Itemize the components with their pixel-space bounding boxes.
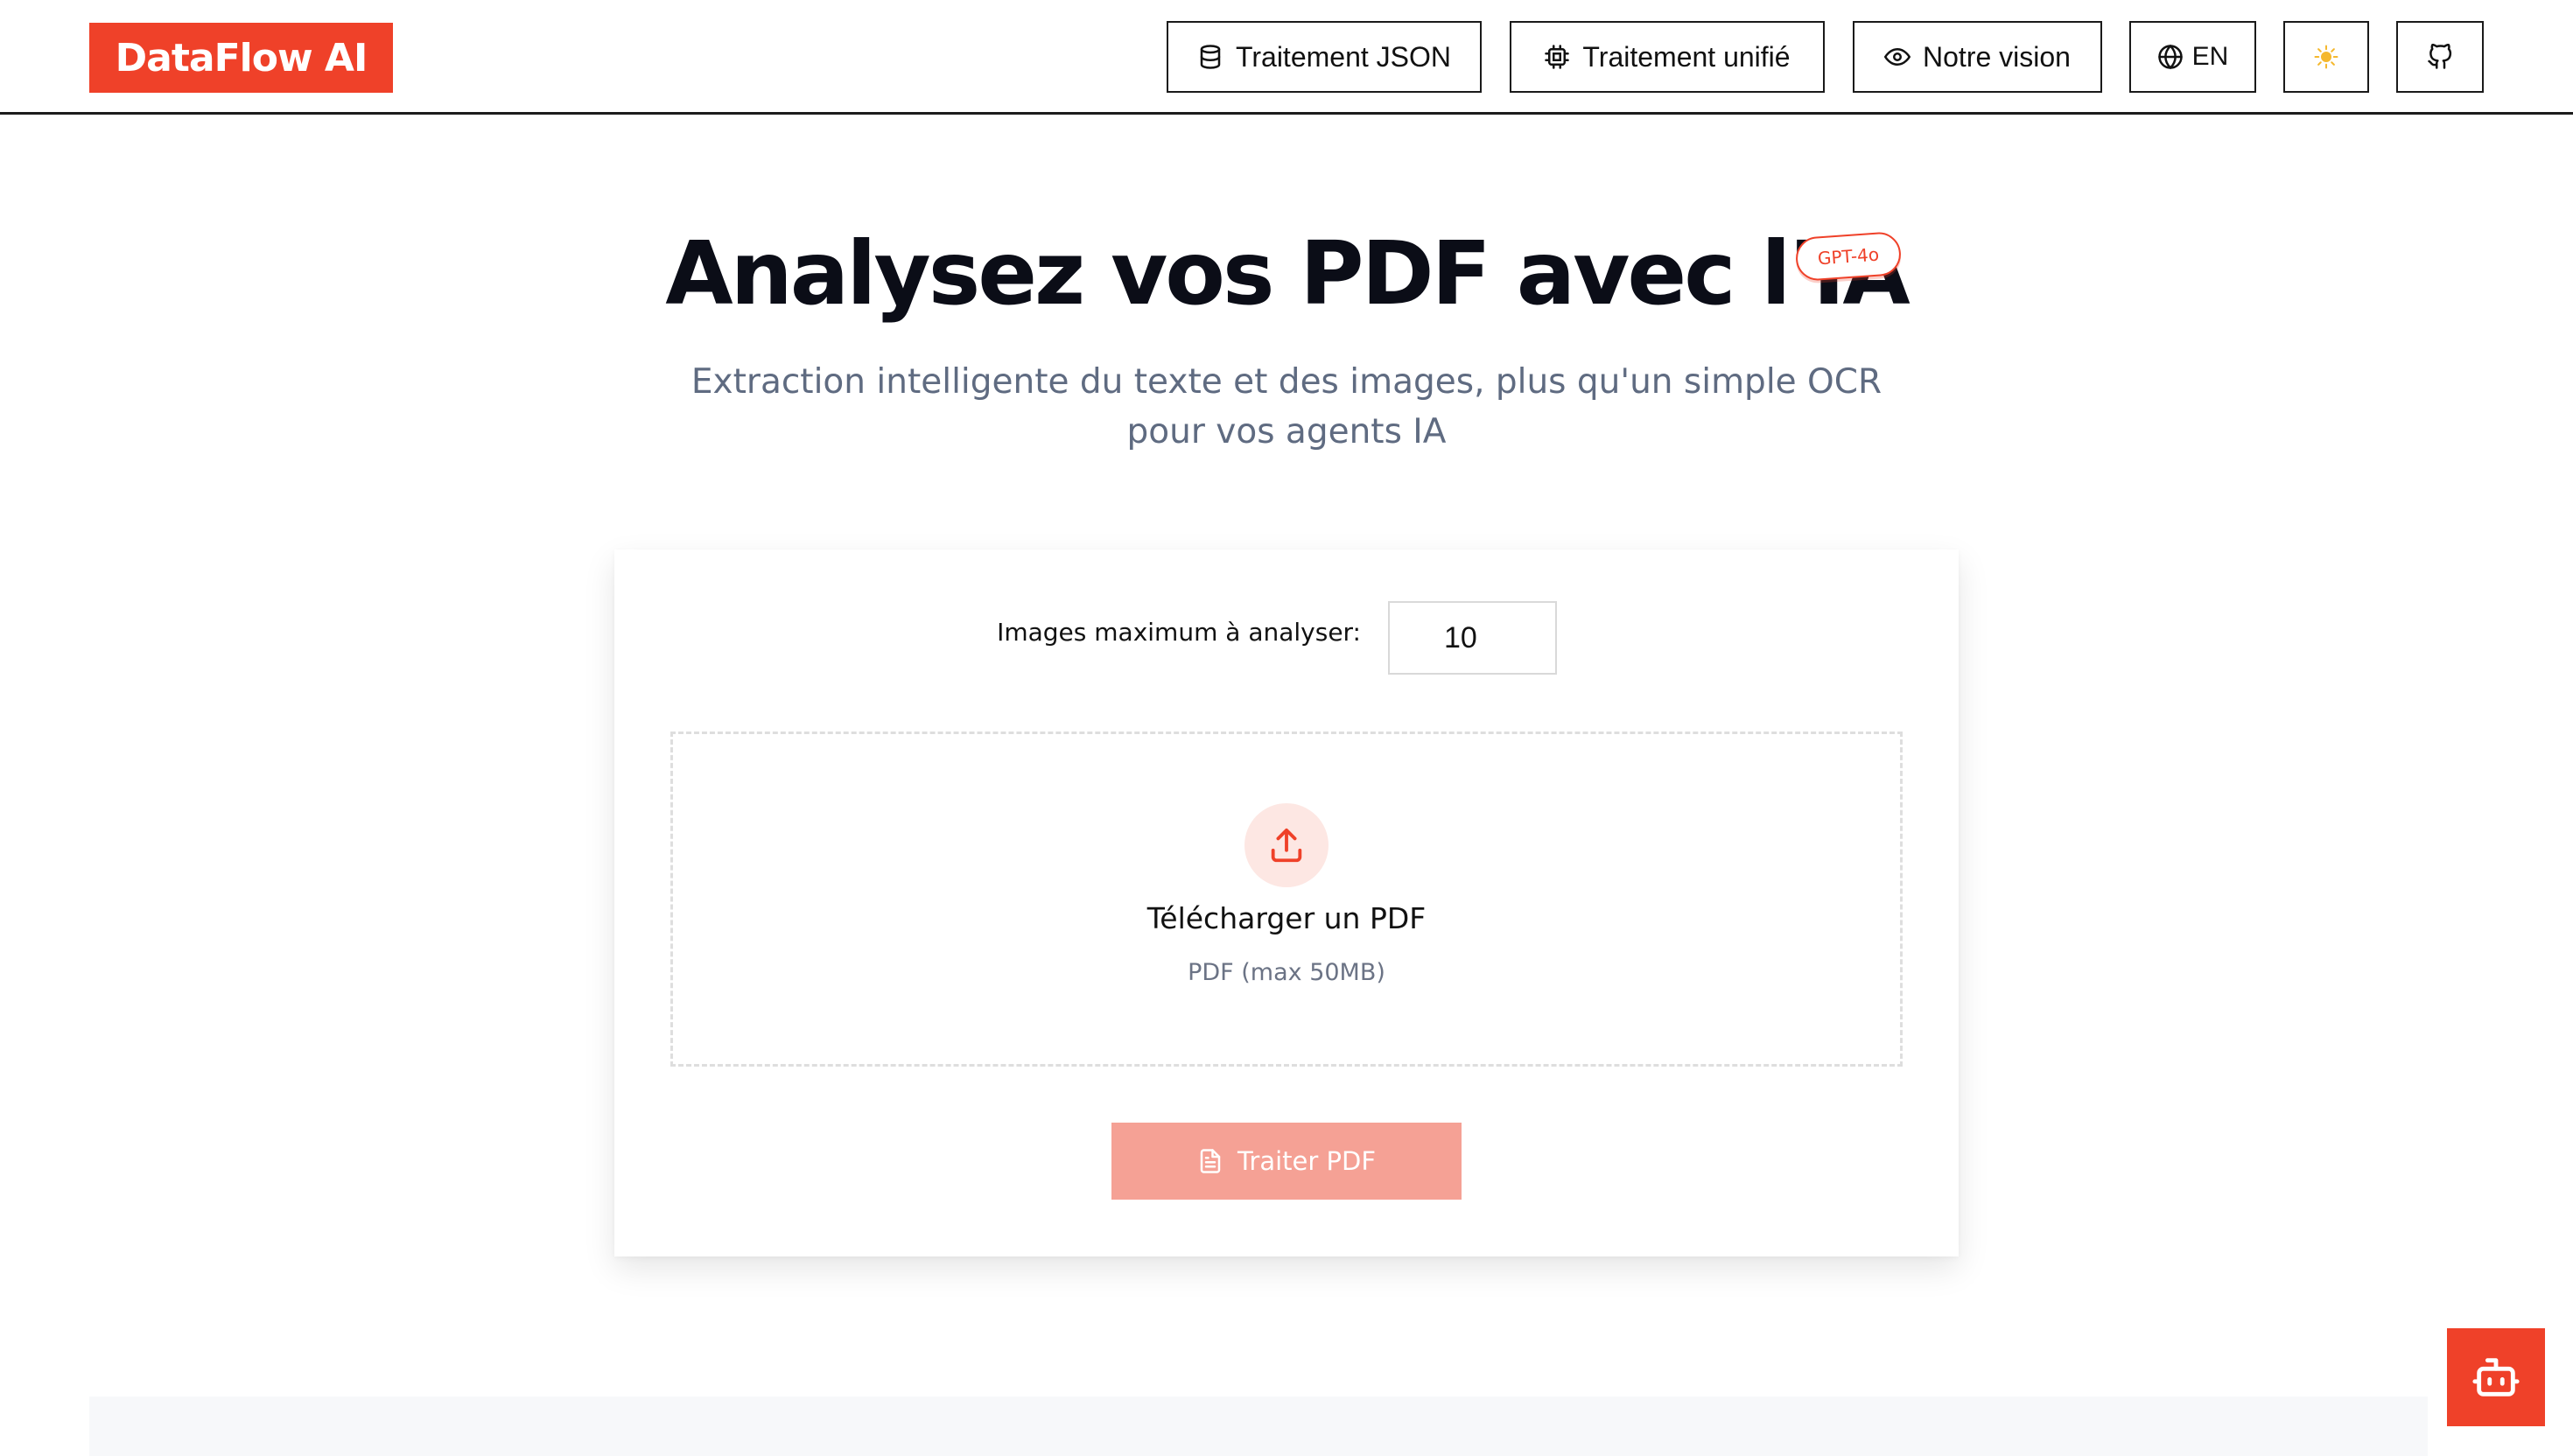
page-title: Analysez vos PDF avec l'IA — [0, 217, 2573, 331]
bot-icon — [2472, 1358, 2520, 1396]
database-icon — [1200, 45, 1221, 69]
upload-icon — [1271, 828, 1302, 863]
pdf-dropzone[interactable] — [670, 732, 1903, 1067]
page-subtitle: Extraction intelligente du texte et des … — [630, 357, 1943, 457]
max-images-label: Images maximum à analyser: — [997, 618, 1361, 647]
next-section-background — [89, 1396, 2428, 1456]
dropzone-title: Télécharger un PDF — [1146, 901, 1427, 935]
process-pdf-label: Traiter PDF — [1237, 1146, 1377, 1176]
chatbot-button[interactable] — [2447, 1328, 2545, 1426]
sun-icon — [2314, 45, 2338, 69]
subtitle-line-1: Extraction intelligente du texte et des … — [691, 362, 1882, 402]
nav-unified-processing-button[interactable]: Traitement unifié — [1510, 21, 1825, 93]
subtitle-line-2: pour vos agents IA — [1126, 412, 1447, 452]
dropzone-subtitle: PDF (max 50MB) — [1188, 959, 1385, 986]
logo[interactable]: DataFlow AI — [89, 23, 393, 93]
top-header: DataFlow AI Traitement JSON Traitement u… — [0, 0, 2573, 115]
eye-icon — [1884, 47, 1911, 66]
nav-unified-processing-label: Traitement unifié — [1582, 40, 1791, 73]
language-label: EN — [2191, 42, 2229, 71]
page-title-text: Analysez vos PDF avec l'IA — [665, 222, 1910, 325]
nav-json-processing-label: Traitement JSON — [1236, 40, 1451, 73]
globe-icon — [2157, 44, 2183, 70]
nav-vision-label: Notre vision — [1923, 40, 2071, 73]
process-pdf-button[interactable]: Traiter PDF — [1111, 1123, 1462, 1200]
upload-icon-circle — [1244, 803, 1329, 887]
github-icon — [2428, 44, 2452, 69]
nav-vision-button[interactable]: Notre vision — [1853, 21, 2102, 93]
file-text-icon — [1200, 1149, 1221, 1173]
nav-json-processing-button[interactable]: Traitement JSON — [1167, 21, 1482, 93]
model-badge: GPT-4o — [1794, 230, 1903, 283]
theme-toggle-button[interactable] — [2283, 21, 2369, 93]
github-link-button[interactable] — [2396, 21, 2484, 93]
cpu-icon — [1545, 45, 1570, 69]
language-toggle-button[interactable]: EN — [2129, 21, 2256, 93]
max-images-input[interactable] — [1388, 601, 1557, 675]
